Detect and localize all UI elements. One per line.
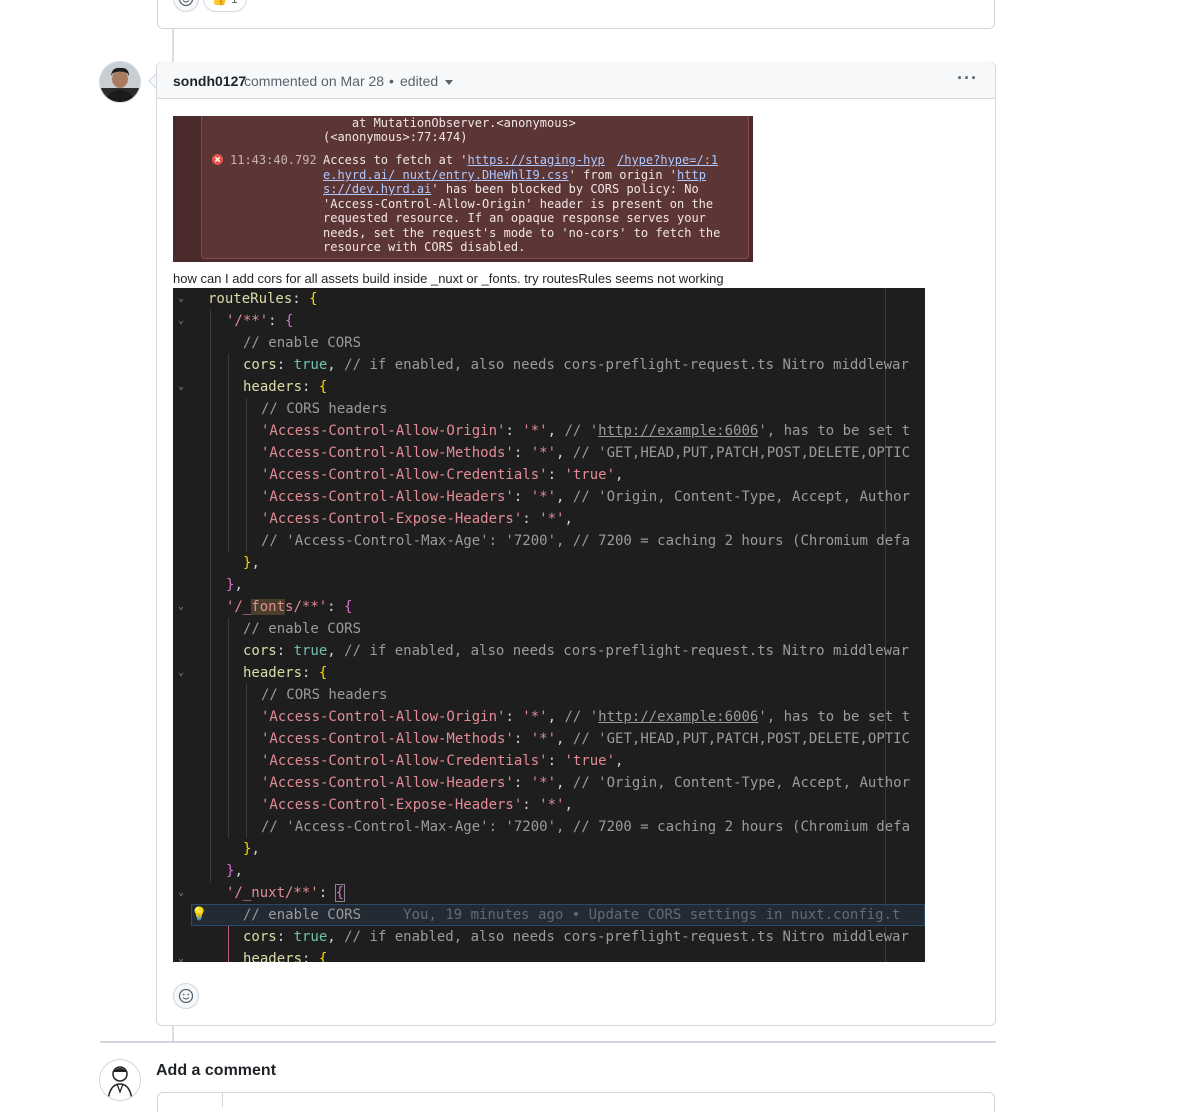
fold-chevron-icon[interactable]: ⌄ xyxy=(173,662,189,684)
timeline-connector xyxy=(172,29,174,62)
console-link[interactable]: /hype?hype=/:1 xyxy=(617,153,718,167)
fold-chevron-icon[interactable]: ⌄ xyxy=(173,288,189,310)
console-line: requested resource. If an opaque respons… xyxy=(323,211,706,225)
write-tab[interactable] xyxy=(157,1093,223,1107)
comment-author[interactable]: sondh0127 xyxy=(173,73,246,89)
fold-chevron-icon[interactable]: ⌄ xyxy=(173,310,189,332)
timeline-connector xyxy=(172,1025,174,1042)
console-line: resource with CORS disabled. xyxy=(323,240,526,254)
lightbulb-icon[interactable]: 💡 xyxy=(191,904,207,926)
fold-chevron-icon[interactable]: ⌄ xyxy=(173,948,189,962)
comment-body-text: how can I add cors for all assets build … xyxy=(173,271,724,286)
console-error-screenshot: at MutationObserver.<anonymous> (<anonym… xyxy=(173,116,753,262)
meta-separator: • xyxy=(389,73,394,89)
user-sketch-icon xyxy=(107,1066,133,1100)
thumbs-up-reaction[interactable]: 👍 1 xyxy=(203,0,247,12)
console-line: at MutationObserver.<anonymous> xyxy=(323,116,576,130)
console-link[interactable]: s://dev.hyrd.ai xyxy=(323,182,431,196)
fold-chevron-icon[interactable]: ⌄ xyxy=(173,882,189,904)
console-line: /hype?hype=/:1 xyxy=(617,153,718,168)
smiley-icon xyxy=(178,0,194,7)
reaction-count: 1 xyxy=(231,0,238,6)
previous-comment-box xyxy=(157,0,995,29)
console-link[interactable]: http xyxy=(677,168,706,182)
console-line: 'Access-Control-Allow-Origin' header is … xyxy=(323,197,714,211)
thumbs-up-icon: 👍 xyxy=(212,0,227,6)
git-blame-annotation: You, 19 minutes ago • Update CORS settin… xyxy=(403,907,901,923)
console-line: Access to fetch at 'https://staging-hyp xyxy=(323,153,605,167)
code-screenshot: ⌄ routeRules: { ⌄ '/**': { // enable CORS … xyxy=(173,288,925,962)
comment-editor[interactable] xyxy=(157,1092,995,1112)
comment-header: sondh0127 commented on Mar 28 • edited ·… xyxy=(157,62,995,99)
comment-meta[interactable]: commented on Mar 28 xyxy=(244,73,384,89)
user-photo-icon xyxy=(100,62,140,102)
console-link[interactable]: e.hyrd.ai/ nuxt/entry.DHeWhlI9.css xyxy=(323,168,569,182)
console-line: e.hyrd.ai/ nuxt/entry.DHeWhlI9.css' from… xyxy=(323,168,706,182)
console-link[interactable]: https://staging-hyp xyxy=(468,153,605,167)
more-options-button[interactable]: ··· xyxy=(957,68,978,89)
add-comment-title: Add a comment xyxy=(156,1062,277,1079)
chevron-down-icon[interactable] xyxy=(445,80,453,85)
smiley-icon xyxy=(178,988,194,1004)
add-reaction-button[interactable] xyxy=(173,983,199,1009)
console-line: needs, set the request's mode to 'no-cor… xyxy=(323,226,721,240)
fold-chevron-icon[interactable]: ⌄ xyxy=(173,596,189,618)
edited-label[interactable]: edited xyxy=(400,73,438,89)
console-timestamp: 11:43:40.792 xyxy=(230,153,317,167)
current-user-avatar[interactable] xyxy=(99,1059,141,1101)
avatar[interactable] xyxy=(99,61,141,103)
console-line: s://dev.hyrd.ai' has been blocked by COR… xyxy=(323,182,699,196)
error-icon xyxy=(212,154,223,165)
console-line: (<anonymous>:77:474) xyxy=(323,130,468,144)
timeline-divider xyxy=(100,1041,996,1043)
fold-chevron-icon[interactable]: ⌄ xyxy=(173,376,189,398)
